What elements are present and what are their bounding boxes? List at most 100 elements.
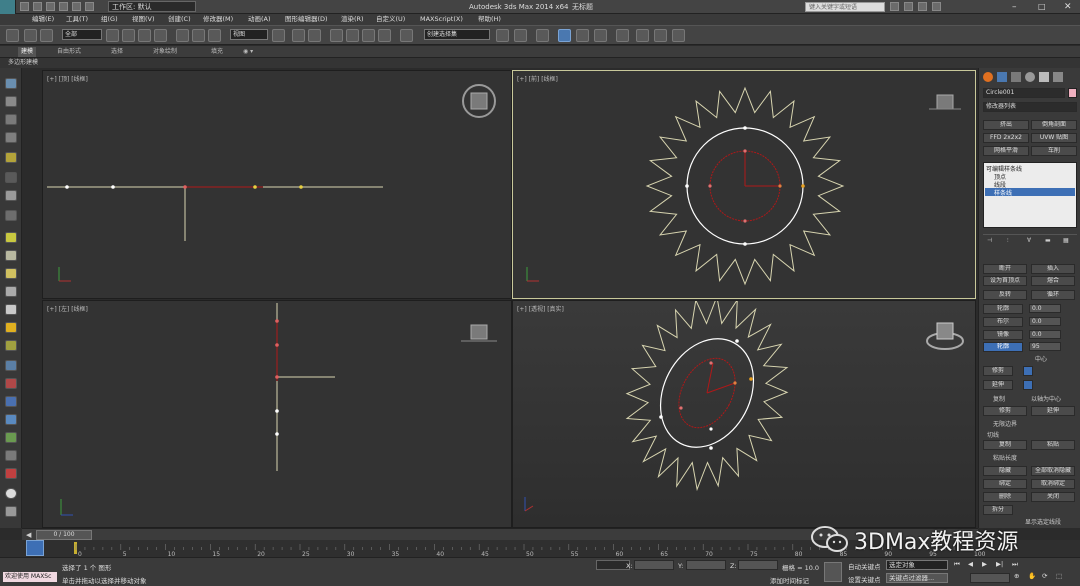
minimize-button[interactable]: –	[1012, 0, 1017, 14]
material-editor-icon[interactable]	[616, 29, 629, 42]
reference-coord-dropdown[interactable]: 视图	[230, 29, 268, 40]
auto-key-button[interactable]: 自动关键点	[848, 561, 881, 571]
light-icon[interactable]	[5, 152, 17, 163]
menu-maxscript[interactable]: MAXScript(X)	[420, 14, 463, 25]
box-icon[interactable]	[5, 96, 17, 107]
keyboard-shortcut-icon[interactable]	[308, 29, 321, 42]
select-by-name-icon[interactable]	[122, 29, 135, 42]
cycle-button[interactable]: 循环	[1031, 290, 1075, 300]
show-end-result-icon[interactable]: ⫶	[1007, 237, 1009, 245]
extend-2-button[interactable]: 延伸	[1031, 406, 1075, 416]
paint-icon[interactable]	[5, 396, 17, 407]
prev-frame-icon[interactable]: ◀	[968, 560, 973, 568]
render-setup-icon[interactable]	[636, 29, 649, 42]
make-first-button[interactable]: 设为首顶点	[983, 276, 1027, 286]
maximize-viewport-icon[interactable]: ⬚	[1056, 572, 1062, 580]
set-key-button[interactable]: 设置关键点	[848, 574, 881, 584]
bind-button[interactable]: 绑定	[983, 479, 1027, 489]
insert-button[interactable]: 插入	[1031, 264, 1075, 274]
x-coord-field[interactable]	[634, 560, 674, 570]
modifier-ffd-button[interactable]: FFD 2x2x2	[983, 133, 1029, 143]
rendered-frame-icon[interactable]	[654, 29, 667, 42]
modify-tab-icon[interactable]	[997, 72, 1007, 82]
hierarchy-tab-icon[interactable]	[1011, 72, 1021, 82]
make-unique-icon[interactable]: ∀	[1027, 237, 1031, 244]
binoculars-icon[interactable]	[890, 2, 899, 11]
reverse-button[interactable]: 反转	[983, 290, 1027, 300]
ribbon-tab-freeform[interactable]: 自由形式	[54, 47, 84, 57]
tool-icon[interactable]	[5, 506, 17, 517]
grid-icon[interactable]	[5, 132, 17, 143]
maxscript-listener[interactable]: 欢迎使用 MAXSc	[3, 572, 57, 582]
ribbon-tab-populate[interactable]: 填充	[208, 47, 226, 57]
modifier-uvw-button[interactable]: UVW 贴图	[1031, 133, 1077, 143]
help-question-icon[interactable]	[932, 2, 941, 11]
mirror-value-input[interactable]: 0.0	[1029, 330, 1061, 339]
extend-button[interactable]: 延伸	[983, 380, 1013, 390]
undo-tool-icon[interactable]	[6, 29, 19, 42]
curve-editor-icon[interactable]	[576, 29, 589, 42]
mirror-vertical-icon[interactable]	[1023, 380, 1033, 390]
spline-outline-value-input[interactable]: 95	[1029, 342, 1061, 351]
select-scale-icon[interactable]	[208, 29, 221, 42]
outline-button[interactable]: 轮廓	[983, 304, 1023, 314]
remove-modifier-icon[interactable]: ▬	[1045, 237, 1051, 244]
modifier-bevel-profile-button[interactable]: 倒角剖面	[1031, 120, 1077, 130]
edit-named-sel-icon[interactable]	[400, 29, 413, 42]
pan-icon[interactable]: ✋	[1028, 572, 1036, 580]
modifier-list-dropdown[interactable]: 修改器列表	[983, 102, 1077, 112]
tangent-copy-button[interactable]: 复制	[983, 440, 1027, 450]
goto-end-icon[interactable]: ⏭	[1012, 560, 1018, 569]
y-coord-field[interactable]	[686, 560, 726, 570]
viewport-perspective[interactable]: [+] [透视] [真实]	[512, 300, 976, 528]
infinite-bounds-checkbox-label[interactable]: 无限边界	[993, 419, 1017, 428]
orbit-icon[interactable]: ⟳	[1042, 572, 1047, 580]
link-icon[interactable]	[24, 29, 37, 42]
explode-button[interactable]: 拆分	[983, 505, 1013, 515]
rect-selection-icon[interactable]	[138, 29, 151, 42]
outline-value-input[interactable]: 0.0	[1029, 304, 1061, 313]
menu-help[interactable]: 帮助(H)	[478, 14, 501, 25]
percent-snap-icon[interactable]	[362, 29, 375, 42]
menu-views[interactable]: 视图(V)	[132, 14, 155, 25]
close-button[interactable]: ✕	[1064, 0, 1072, 14]
select-move-icon[interactable]	[176, 29, 189, 42]
tree-icon[interactable]	[5, 432, 17, 443]
cone-icon[interactable]	[5, 304, 17, 315]
panel-icon[interactable]	[5, 114, 17, 125]
tangent-paste-button[interactable]: 粘贴	[1031, 440, 1075, 450]
unbind-button[interactable]: 取消绑定	[1031, 479, 1075, 489]
viewport-top[interactable]: [+] [顶] [线框]	[42, 70, 512, 299]
info-center-icon[interactable]	[904, 2, 913, 11]
brush-icon[interactable]	[5, 378, 17, 389]
unlink-icon[interactable]	[40, 29, 53, 42]
render-teapot-icon[interactable]	[672, 29, 685, 42]
menu-rendering[interactable]: 渲染(R)	[341, 14, 364, 25]
material-ball-icon[interactable]	[5, 488, 17, 499]
display-tab-icon[interactable]	[1039, 72, 1049, 82]
key-filters-button[interactable]: 关键点过滤器...	[886, 573, 948, 583]
ribbon-tab-selection[interactable]: 选择	[108, 47, 126, 57]
menu-animation[interactable]: 动画(A)	[248, 14, 271, 25]
plane-icon[interactable]	[5, 232, 17, 243]
viewport-left[interactable]: [+] [左] [线框]	[42, 300, 512, 528]
fuse-button[interactable]: 熔合	[1031, 276, 1075, 286]
unhide-all-button[interactable]: 全部取消隐藏	[1031, 466, 1075, 476]
pivot-center-icon[interactable]	[272, 29, 285, 42]
angle-snap-icon[interactable]	[346, 29, 359, 42]
next-frame-icon[interactable]: ▶|	[996, 560, 1003, 568]
open-file-icon[interactable]	[33, 2, 42, 11]
hide-button[interactable]: 隐藏	[983, 466, 1027, 476]
zoom-icon[interactable]: ⊕	[1014, 572, 1019, 580]
named-selection-dropdown[interactable]: 创建选择集	[424, 29, 490, 40]
workspace-dropdown[interactable]: 工作区: 默认	[108, 1, 196, 12]
play-icon[interactable]: ▶	[982, 560, 987, 568]
deform-icon[interactable]	[5, 450, 17, 461]
object-name-input[interactable]: Circle001	[983, 88, 1065, 98]
select-rotate-icon[interactable]	[192, 29, 205, 42]
break-button[interactable]: 断开	[983, 264, 1027, 274]
modifier-lathe-button[interactable]: 车削	[1031, 146, 1077, 156]
teapot-icon[interactable]	[5, 340, 17, 351]
selection-filter-dropdown[interactable]: 全部	[62, 29, 102, 40]
helper-icon[interactable]	[5, 210, 17, 221]
